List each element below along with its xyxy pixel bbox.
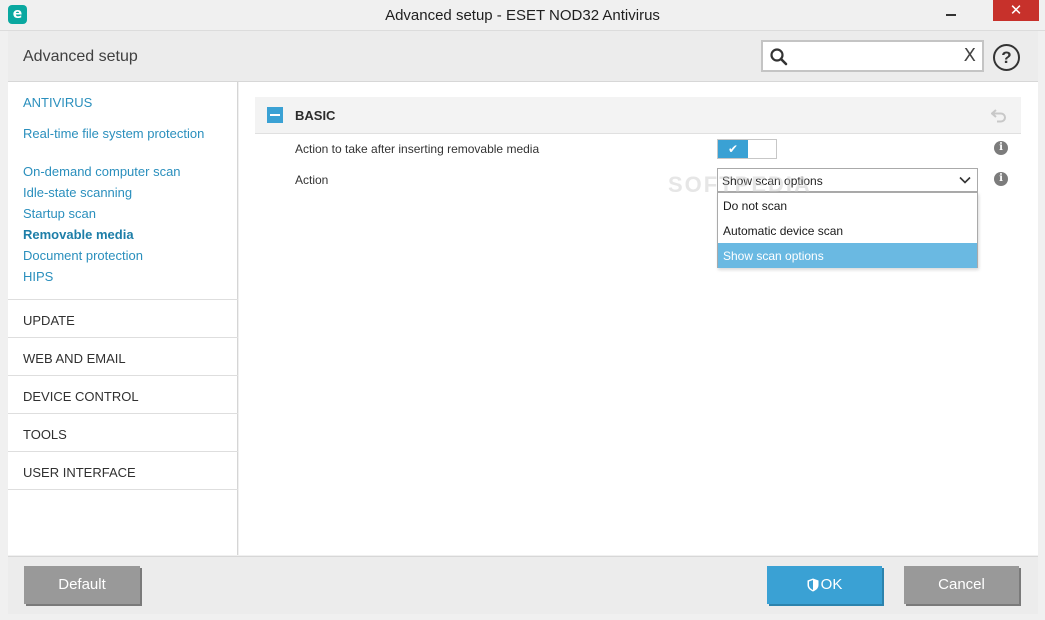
window-title: Advanced setup - ESET NOD32 Antivirus	[385, 7, 660, 24]
default-button[interactable]: Default	[24, 566, 140, 604]
page-title: Advanced setup	[23, 48, 138, 65]
main-content: BASIC Action to take after inserting rem…	[239, 82, 1038, 555]
minimize-button[interactable]	[944, 3, 958, 23]
ok-label: OK	[820, 576, 843, 593]
sidebar-section-antivirus[interactable]: ANTIVIRUS	[23, 95, 92, 110]
sidebar-category-device-control[interactable]: DEVICE CONTROL	[23, 389, 139, 404]
sidebar-category-update[interactable]: UPDATE	[23, 313, 75, 328]
section-title: BASIC	[295, 108, 336, 123]
sidebar-divider	[8, 299, 238, 300]
setting-label: Action	[295, 173, 329, 187]
close-window-button[interactable]: ✕	[993, 0, 1039, 21]
shield-icon	[807, 578, 819, 592]
sidebar-divider	[8, 375, 238, 376]
title-bar: e Advanced setup - ESET NOD32 Antivirus …	[0, 0, 1045, 31]
sidebar-item-hips[interactable]: HIPS	[23, 268, 223, 285]
sidebar-category-user-interface[interactable]: USER INTERFACE	[23, 465, 136, 480]
section-header-basic[interactable]: BASIC	[255, 97, 1021, 134]
ok-button[interactable]: OK	[767, 566, 882, 604]
footer: Default OK Cancel	[8, 556, 1038, 614]
search-input[interactable]	[791, 46, 956, 66]
cancel-button[interactable]: Cancel	[904, 566, 1019, 604]
sidebar-item-removable-media[interactable]: Removable media	[23, 226, 223, 243]
sidebar-category-web-and-email[interactable]: WEB AND EMAIL	[23, 351, 126, 366]
dropdown-option-automatic-device-scan[interactable]: Automatic device scan	[718, 218, 977, 243]
sidebar-item-document-protection[interactable]: Document protection	[23, 247, 223, 264]
search-icon	[770, 48, 788, 66]
revert-icon[interactable]	[991, 107, 1007, 123]
info-icon[interactable]: i	[994, 172, 1008, 186]
sidebar-item-idle-state-scanning[interactable]: Idle-state scanning	[23, 184, 223, 201]
dropdown-option-show-scan-options[interactable]: Show scan options	[718, 243, 977, 268]
sidebar-divider	[8, 489, 238, 490]
sidebar-item-on-demand-scan[interactable]: On-demand computer scan	[23, 163, 223, 180]
sidebar-divider	[8, 451, 238, 452]
sidebar: ANTIVIRUS Real-time file system protecti…	[8, 82, 238, 555]
header: Advanced setup X ?	[8, 31, 1038, 82]
setting-row-action: Action Show scan options i	[255, 165, 1021, 195]
sidebar-item-real-time-protection[interactable]: Real-time file system protection	[23, 125, 223, 142]
minimize-icon	[946, 14, 956, 16]
collapse-icon[interactable]	[267, 107, 283, 123]
action-dropdown-list: Do not scan Automatic device scan Show s…	[717, 192, 978, 268]
info-icon[interactable]: i	[994, 141, 1008, 155]
clear-search-icon[interactable]: X	[964, 45, 976, 66]
setting-label: Action to take after inserting removable…	[295, 142, 540, 156]
checkmark-icon: ✔	[718, 140, 748, 158]
dropdown-option-do-not-scan[interactable]: Do not scan	[718, 193, 977, 218]
sidebar-category-tools[interactable]: TOOLS	[23, 427, 67, 442]
removable-media-toggle[interactable]: ✔	[717, 139, 777, 159]
search-box[interactable]: X	[761, 40, 984, 72]
sidebar-item-startup-scan[interactable]: Startup scan	[23, 205, 223, 222]
chevron-down-icon	[959, 176, 971, 184]
sidebar-divider	[8, 337, 238, 338]
help-icon[interactable]: ?	[993, 44, 1020, 71]
setting-row-removable-media-action-toggle: Action to take after inserting removable…	[255, 134, 1021, 164]
sidebar-divider	[8, 413, 238, 414]
